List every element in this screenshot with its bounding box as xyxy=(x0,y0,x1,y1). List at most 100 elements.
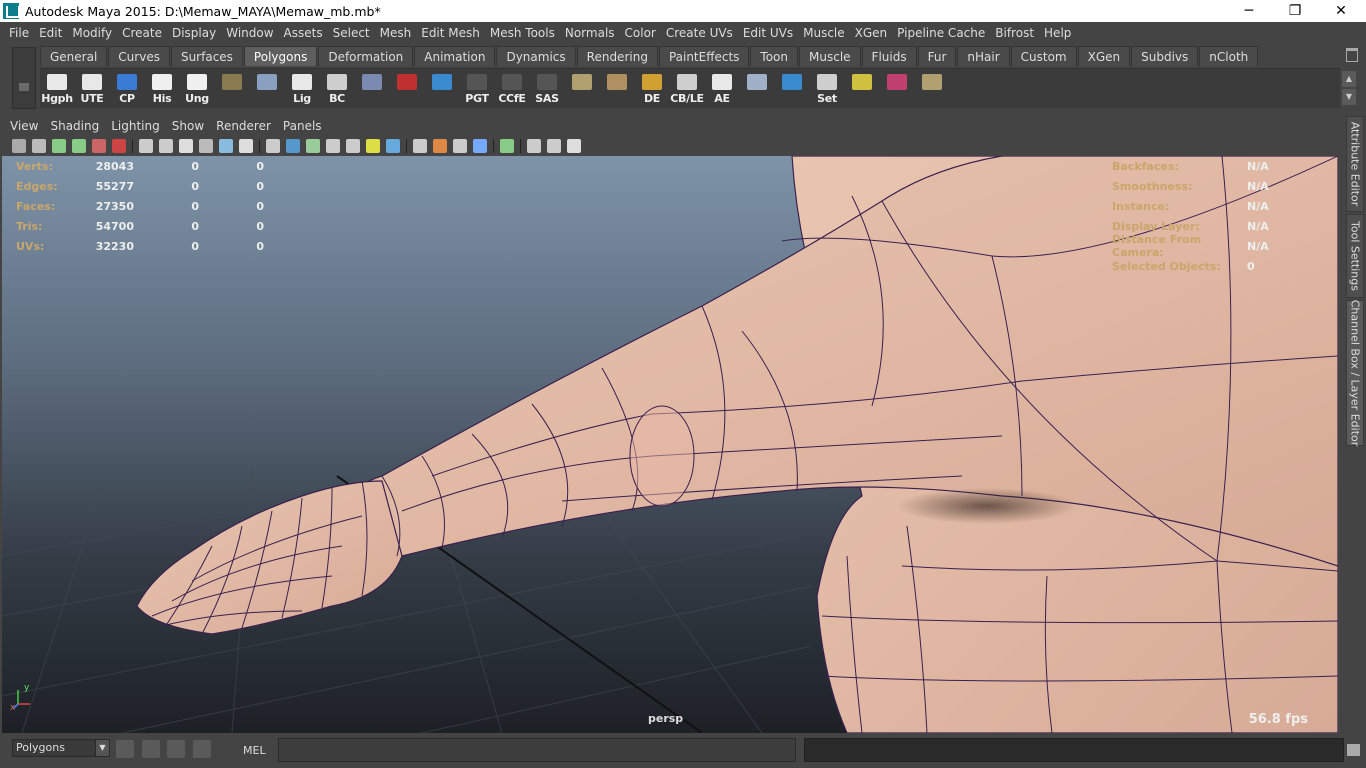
viewport-tool-icon[interactable] xyxy=(346,139,360,153)
shelf-button-de[interactable]: DE xyxy=(635,71,669,107)
viewport-tool-icon[interactable] xyxy=(139,139,153,153)
viewport-tool-icon[interactable] xyxy=(413,139,427,153)
viewport-tool-icon[interactable] xyxy=(219,139,233,153)
viewport-tool-icon[interactable] xyxy=(386,139,400,153)
viewport-tool-icon[interactable] xyxy=(52,139,66,153)
tab-ncloth[interactable]: nCloth xyxy=(1199,46,1259,66)
viewport-tool-icon[interactable] xyxy=(92,139,106,153)
menu-normals[interactable]: Normals xyxy=(560,26,620,40)
viewport-tool-icon[interactable] xyxy=(32,139,46,153)
menu-assets[interactable]: Assets xyxy=(279,26,328,40)
maximize-button[interactable]: ❐ xyxy=(1272,0,1318,22)
graph-editor-icon[interactable] xyxy=(167,740,185,758)
menu-help[interactable]: Help xyxy=(1039,26,1076,40)
viewport-tool-icon[interactable] xyxy=(453,139,467,153)
tab-xgen[interactable]: XGen xyxy=(1077,46,1131,66)
viewport-tool-icon[interactable] xyxy=(159,139,173,153)
viewport-tool-icon[interactable] xyxy=(306,139,320,153)
viewport-persp[interactable]: Verts: 28043 0 0 Edges: 55277 0 0 Faces: 27350 0 0 T… xyxy=(2,156,1338,733)
tab-general[interactable]: General xyxy=(40,46,108,66)
tab-nhair[interactable]: nHair xyxy=(957,46,1010,66)
shelf-button-cb-le[interactable]: CB/LE xyxy=(670,71,704,107)
shelf-button-20[interactable] xyxy=(740,71,774,107)
snap-icon[interactable] xyxy=(116,740,134,758)
menu-window[interactable]: Window xyxy=(221,26,278,40)
layout-icon[interactable] xyxy=(193,740,211,758)
shelf-button-15[interactable] xyxy=(565,71,599,107)
close-button[interactable]: ✕ xyxy=(1318,0,1364,22)
menu-file[interactable]: File xyxy=(4,26,34,40)
shelf-button-16[interactable] xyxy=(600,71,634,107)
tab-deformation[interactable]: Deformation xyxy=(318,46,414,66)
minimize-button[interactable]: ─ xyxy=(1226,0,1272,22)
tab-muscle[interactable]: Muscle xyxy=(799,46,861,66)
shelf-button-ung[interactable]: Ung xyxy=(180,71,214,107)
script-editor-icon[interactable] xyxy=(1347,744,1360,756)
tab-dynamics[interactable]: Dynamics xyxy=(496,46,576,66)
shelf-button-lig[interactable]: Lig xyxy=(285,71,319,107)
tab-toon[interactable]: Toon xyxy=(750,46,799,66)
shelf-options-handle[interactable] xyxy=(12,47,36,109)
tab-custom[interactable]: Custom xyxy=(1010,46,1077,66)
shelf-button-set[interactable]: Set xyxy=(810,71,844,107)
viewport-tool-icon[interactable] xyxy=(179,139,193,153)
viewport-tool-icon[interactable] xyxy=(433,139,447,153)
viewport-tool-icon[interactable] xyxy=(112,139,126,153)
tab-animation[interactable]: Animation xyxy=(414,46,496,66)
shelf-button-24[interactable] xyxy=(880,71,914,107)
shelf-button-10[interactable] xyxy=(390,71,424,107)
menu-set-dropdown[interactable]: Polygons ▼ xyxy=(12,739,110,757)
shelf-button-21[interactable] xyxy=(775,71,809,107)
shelf-button-his[interactable]: His xyxy=(145,71,179,107)
viewport-tool-icon[interactable] xyxy=(72,139,86,153)
viewport-tool-icon[interactable] xyxy=(266,139,280,153)
shelf-scrollbar[interactable]: ▲ ▼ xyxy=(1342,71,1356,105)
viewport-tool-icon[interactable] xyxy=(286,139,300,153)
menu-mesh-tools[interactable]: Mesh Tools xyxy=(485,26,560,40)
tab-fluids[interactable]: Fluids xyxy=(861,46,917,66)
shelf-button-ccfe[interactable]: CCfE xyxy=(495,71,529,107)
menu-select[interactable]: Select xyxy=(328,26,375,40)
menu-create[interactable]: Create xyxy=(117,26,167,40)
viewport-tool-icon[interactable] xyxy=(547,139,561,153)
viewport-tool-icon[interactable] xyxy=(239,139,253,153)
menu-color[interactable]: Color xyxy=(620,26,661,40)
viewport-tool-icon[interactable] xyxy=(567,139,581,153)
menu-edit[interactable]: Edit xyxy=(34,26,67,40)
shelf-button-ute[interactable]: UTE xyxy=(75,71,109,107)
menu-edit-mesh[interactable]: Edit Mesh xyxy=(416,26,485,40)
viewport-tool-icon[interactable] xyxy=(326,139,340,153)
shelf-button-sas[interactable]: SAS xyxy=(530,71,564,107)
panel-menu-lighting[interactable]: Lighting xyxy=(105,119,166,133)
viewport-tool-icon[interactable] xyxy=(500,139,514,153)
shelf-button-ae[interactable]: AE xyxy=(705,71,739,107)
menu-xgen[interactable]: XGen xyxy=(850,26,893,40)
panel-menu-renderer[interactable]: Renderer xyxy=(210,119,277,133)
viewport-tool-icon[interactable] xyxy=(12,139,26,153)
viewport-tool-icon[interactable] xyxy=(199,139,213,153)
tab-tool-settings[interactable]: Tool Settings xyxy=(1346,214,1364,298)
shelf-button-9[interactable] xyxy=(355,71,389,107)
tab-attribute-editor[interactable]: Attribute Editor xyxy=(1346,116,1364,212)
trash-icon[interactable] xyxy=(1346,48,1358,62)
viewport-tool-icon[interactable] xyxy=(366,139,380,153)
menu-modify[interactable]: Modify xyxy=(67,26,117,40)
viewport-tool-icon[interactable] xyxy=(527,139,541,153)
shelf-button-hgph[interactable]: Hgph xyxy=(40,71,74,107)
shelf-button-pgt[interactable]: PGT xyxy=(460,71,494,107)
chevron-down-icon[interactable]: ▼ xyxy=(95,740,109,756)
panel-menu-show[interactable]: Show xyxy=(166,119,210,133)
scroll-up-icon[interactable]: ▲ xyxy=(1342,71,1356,87)
tab-fur[interactable]: Fur xyxy=(917,46,957,66)
menu-bifrost[interactable]: Bifrost xyxy=(990,26,1039,40)
tab-painteffects[interactable]: PaintEffects xyxy=(658,46,750,66)
tab-subdivs[interactable]: Subdivs xyxy=(1131,46,1199,66)
panel-menu-view[interactable]: View xyxy=(4,119,44,133)
scroll-down-icon[interactable]: ▼ xyxy=(1342,89,1356,105)
menu-create-uvs[interactable]: Create UVs xyxy=(661,26,738,40)
shelf-button-23[interactable] xyxy=(845,71,879,107)
panel-menu-shading[interactable]: Shading xyxy=(44,119,105,133)
shelf-button-6[interactable] xyxy=(250,71,284,107)
menu-display[interactable]: Display xyxy=(167,26,221,40)
menu-mesh[interactable]: Mesh xyxy=(375,26,417,40)
